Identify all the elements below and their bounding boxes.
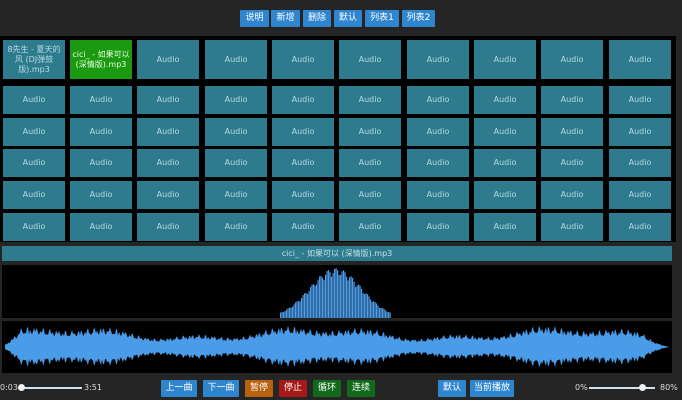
playlist-tile[interactable]: Audio [3,86,65,114]
playlist-tile[interactable]: Audio [272,149,334,177]
playlist-tile[interactable]: Audio [339,118,401,146]
playlist-tile[interactable]: Audio [205,213,267,241]
playlist-tile[interactable]: Audio [407,86,469,114]
playlist-tile[interactable]: Audio [137,118,199,146]
playlist-tile[interactable]: Audio [272,86,334,114]
spectrum-graphic [280,268,391,318]
playlist-tile[interactable]: Audio [407,213,469,241]
playlist-tile[interactable]: Audio [541,40,603,79]
playlist-tile[interactable]: Audio [3,213,65,241]
current-playing-button[interactable]: 当前播放 [470,380,514,397]
next-track-button[interactable]: 下一曲 [203,380,239,397]
playlist-tile[interactable]: Audio [205,40,267,79]
playlist-tile[interactable]: Audio [137,149,199,177]
playlist-tile[interactable]: Audio [339,40,401,79]
playlist-tile[interactable]: Audio [272,181,334,209]
playlist-tile[interactable]: Audio [609,181,671,209]
default-list-button[interactable]: 默认 [334,10,362,27]
playlist-tile[interactable]: Audio [609,118,671,146]
playlist-tile[interactable]: Audio [609,213,671,241]
playlist-tile[interactable]: Audio [70,181,132,209]
playlist-tile[interactable]: Audio [339,149,401,177]
playlist-tile[interactable]: Audio [541,213,603,241]
playlist-tile[interactable]: Audio [70,118,132,146]
help-button[interactable]: 说明 [240,10,269,27]
waveform-graphic [5,325,669,368]
list2-button[interactable]: 列表2 [402,10,435,27]
playlist-tile[interactable]: Audio [474,86,536,114]
playlist-tile[interactable]: Audio [541,149,603,177]
playlist-tile[interactable]: Audio [205,149,267,177]
playlist-tile[interactable]: Audio [541,118,603,146]
volume-min-label: 0% [575,383,588,392]
waveform-display[interactable] [2,321,672,373]
playlist-tile[interactable]: Audio [137,181,199,209]
loop-button[interactable]: 循环 [313,380,341,397]
playlist-tile[interactable]: cici_ - 如果可以 (深情版).mp3 [70,40,132,79]
playlist-tile[interactable]: Audio [3,118,65,146]
playlist-tile[interactable]: Audio [3,149,65,177]
stop-button[interactable]: 停止 [279,380,307,397]
add-button[interactable]: 新增 [271,10,300,27]
playlist-tile[interactable]: Audio [70,149,132,177]
duration-time: 3:51 [84,383,102,392]
playlist-tile[interactable]: Audio [272,213,334,241]
playlist-tile[interactable]: Audio [609,40,671,79]
playlist-tile[interactable]: Audio [70,213,132,241]
delete-button[interactable]: 删除 [303,10,331,27]
continuous-button[interactable]: 连续 [347,380,375,397]
playlist-tile[interactable]: Audio [407,118,469,146]
playlist-tile[interactable]: Audio [474,213,536,241]
default-mode-button[interactable]: 默认 [438,380,466,397]
playlist-tile[interactable]: Audio [137,40,199,79]
playlist-tile[interactable]: Audio [339,213,401,241]
playlist-tile[interactable]: Audio [541,86,603,114]
playlist-tile[interactable]: Audio [407,181,469,209]
playlist-tile[interactable]: Audio [407,40,469,79]
playlist-tile[interactable]: Audio [272,40,334,79]
playlist-tile[interactable]: Audio [339,181,401,209]
volume-max-label: 80% [660,383,678,392]
playlist-tile[interactable]: Audio [205,118,267,146]
top-toolbar: 说明 新增 删除 默认 列表1 列表2 [0,0,682,36]
playlist-tile[interactable]: Audio [474,40,536,79]
playlist-tile[interactable]: Audio [205,86,267,114]
playlist-tile[interactable]: Audio [407,149,469,177]
playlist-grid: 8先生 - 夏天的风 (DJ弹鼓版).mp3 cici_ - 如果可以 (深情版)… [0,36,676,242]
volume-knob[interactable] [638,384,646,391]
playlist-tile[interactable]: Audio [474,181,536,209]
playlist-tile[interactable]: Audio [137,213,199,241]
playlist-tile[interactable]: 8先生 - 夏天的风 (DJ弹鼓版).mp3 [3,40,65,79]
playlist-tile[interactable]: Audio [541,181,603,209]
spectrum-visualizer [2,265,672,318]
playlist-tile[interactable]: Audio [474,149,536,177]
previous-track-button[interactable]: 上一曲 [161,380,197,397]
volume-slider[interactable] [589,384,655,391]
playlist-tile[interactable]: Audio [205,181,267,209]
pause-button[interactable]: 暂停 [245,380,273,397]
now-playing-title: cici_ - 如果可以 (深情版).mp3 [2,246,672,261]
list1-button[interactable]: 列表1 [365,10,399,27]
playlist-tile[interactable]: Audio [137,86,199,114]
current-time: 0:03 [0,383,18,392]
playlist-tile[interactable]: Audio [339,86,401,114]
playlist-tile[interactable]: Audio [3,181,65,209]
progress-knob[interactable] [18,384,26,391]
player-controls: 0:03 3:51 上一曲 下一曲 暂停 停止 循环 连续 默认 当前播放 0%… [0,376,682,400]
playlist-tile[interactable]: Audio [609,149,671,177]
playlist-tile[interactable]: Audio [474,118,536,146]
playlist-tile[interactable]: Audio [70,86,132,114]
progress-slider[interactable] [18,384,82,391]
playlist-tile[interactable]: Audio [272,118,334,146]
playlist-tile[interactable]: Audio [609,86,671,114]
